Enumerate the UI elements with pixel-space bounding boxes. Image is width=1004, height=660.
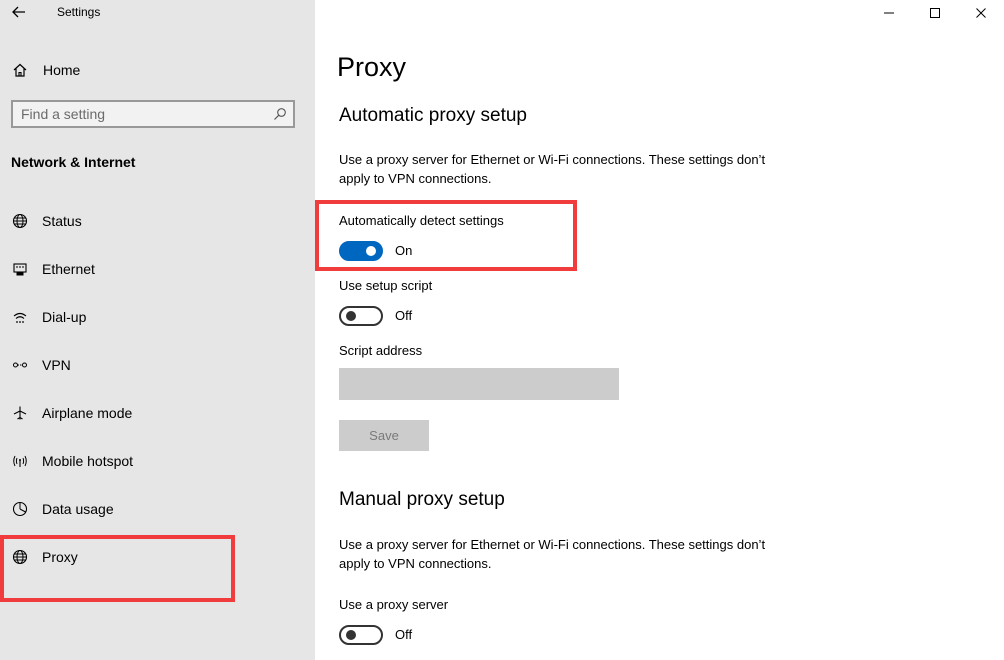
hotspot-icon — [11, 452, 29, 470]
sidebar-item-proxy[interactable]: Proxy — [0, 537, 300, 577]
sidebar-item-label: Ethernet — [42, 261, 95, 277]
setup-script-label: Use setup script — [339, 278, 433, 293]
ethernet-icon — [11, 260, 29, 278]
toggle-knob — [346, 311, 356, 321]
sidebar-item-airplane-mode[interactable]: Airplane mode — [0, 393, 300, 433]
dialup-icon — [11, 308, 29, 326]
save-button[interactable]: Save — [339, 420, 429, 451]
use-proxy-state: Off — [395, 627, 413, 642]
sidebar-item-label: Data usage — [42, 501, 114, 517]
section-heading: Network & Internet — [11, 154, 136, 170]
manual-proxy-description: Use a proxy server for Ethernet or Wi-Fi… — [339, 537, 766, 571]
sidebar-item-vpn[interactable]: VPN — [0, 345, 300, 385]
toggle-knob — [346, 630, 356, 640]
sidebar-item-data-usage[interactable]: Data usage — [0, 489, 300, 529]
vpn-icon — [11, 356, 29, 374]
sidebar-item-status[interactable]: Status — [0, 201, 300, 241]
script-address-input[interactable] — [339, 368, 619, 400]
search-input[interactable] — [21, 105, 261, 123]
setup-script-state: Off — [395, 308, 413, 323]
auto-proxy-description: Use a proxy server for Ethernet or Wi-Fi… — [339, 152, 766, 186]
use-proxy-label: Use a proxy server — [339, 597, 449, 612]
sidebar-item-label: Proxy — [42, 549, 78, 565]
page-title: Proxy — [337, 52, 407, 82]
sidebar-item-dial-up[interactable]: Dial-up — [0, 297, 300, 337]
home-icon — [11, 61, 29, 79]
sidebar-item-mobile-hotspot[interactable]: Mobile hotspot — [0, 441, 300, 481]
main-content: Proxy Automatic proxy setup Use a proxy … — [315, 0, 1004, 660]
sidebar: Settings Home Network & Internet — [0, 0, 315, 660]
auto-detect-label: Automatically detect settings — [339, 213, 504, 228]
data-usage-icon — [11, 500, 29, 518]
globe-icon — [11, 548, 29, 566]
sidebar-item-home[interactable]: Home — [11, 58, 301, 82]
sidebar-item-label: VPN — [42, 357, 71, 373]
search-box[interactable] — [11, 100, 295, 128]
auto-detect-toggle[interactable] — [339, 241, 383, 261]
use-proxy-toggle[interactable] — [339, 625, 383, 645]
auto-proxy-heading: Automatic proxy setup — [339, 105, 527, 126]
back-arrow-icon[interactable] — [9, 2, 29, 22]
sidebar-item-label: Mobile hotspot — [42, 453, 134, 469]
airplane-icon — [11, 404, 29, 422]
toggle-knob — [366, 246, 376, 256]
app-title: Settings — [57, 5, 101, 19]
globe-icon — [11, 212, 29, 230]
auto-detect-state: On — [395, 243, 413, 258]
sidebar-item-ethernet[interactable]: Ethernet — [0, 249, 300, 289]
script-address-label: Script address — [339, 343, 423, 358]
sidebar-item-label: Home — [43, 62, 81, 78]
sidebar-item-label: Airplane mode — [42, 405, 133, 421]
search-icon[interactable] — [273, 107, 287, 121]
manual-proxy-heading: Manual proxy setup — [339, 489, 505, 510]
sidebar-item-label: Status — [42, 213, 82, 229]
sidebar-item-label: Dial-up — [42, 309, 87, 325]
setup-script-toggle[interactable] — [339, 306, 383, 326]
